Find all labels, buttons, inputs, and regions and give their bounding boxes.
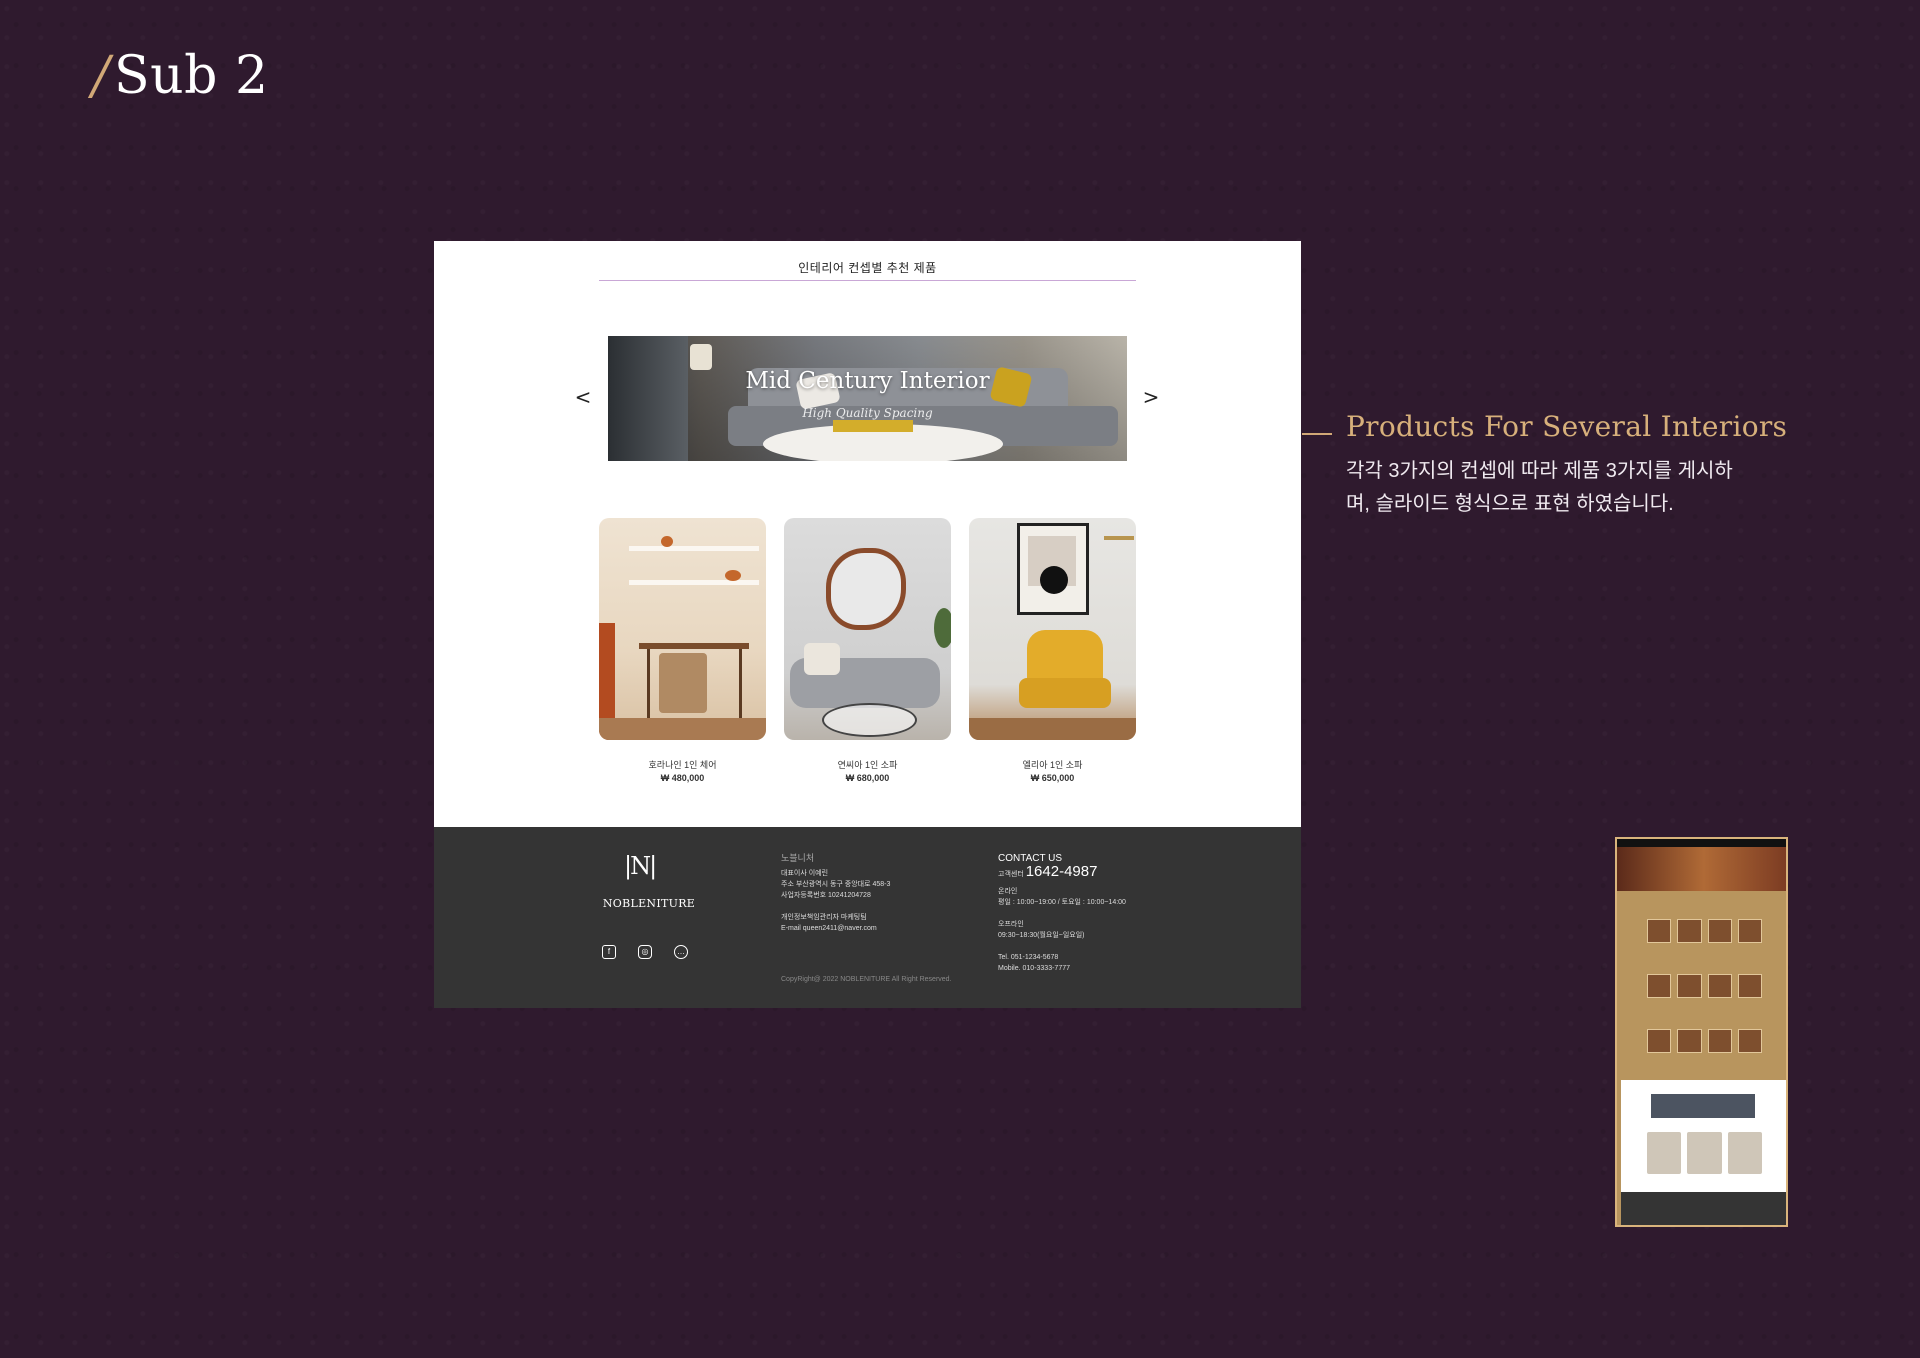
mirror [826,548,906,630]
floor [969,718,1136,740]
offline-hours: 09:30~18:30(월요일~일요일) [998,932,1085,939]
thumb-header [1617,839,1786,847]
product-image[interactable] [784,518,951,740]
email-text: E-mail queen2411@naver.com [781,925,877,932]
banner-subtitle: High Quality Spacing [802,406,933,420]
product-price: ₩ 680,000 [845,773,890,783]
thumb-white-row [1647,1132,1762,1174]
offline-label: 오프라인 [998,921,1024,928]
product-image[interactable] [599,518,766,740]
ceo-text: 대표이사 이예린 [781,870,829,877]
instagram-icon[interactable]: ◎ [638,945,652,959]
chat-icon[interactable]: … [674,945,688,959]
banner-lamp [690,344,712,370]
center-label: 고객센터 [998,871,1024,878]
full-page-thumbnail [1615,837,1788,1227]
mockup-content: 인테리어 컨셉별 추천 제품 < > Mid Century Interior … [434,241,1301,827]
product-image[interactable] [969,518,1136,740]
biz-no-text: 사업자등록번호 10241204728 [781,892,871,899]
thumb-footer [1621,1192,1786,1225]
product-name: 연씨아 1인 소파 [837,760,898,770]
glass-table [822,703,917,737]
center-phone: 1642-4987 [1025,863,1098,880]
logo-text: NOBLENITURE [602,897,696,910]
decor-pumpkin [725,570,741,581]
callout-line [1302,433,1332,435]
callout-body: 각각 3가지의 컨셉에 따라 제품 3가지를 게시하며, 슬라이드 형식으로 표… [1346,460,1733,515]
copyright: CopyRight@ 2022 NOBLENITURE All Right Re… [781,976,952,983]
mobile-text: Mobile. 010-3333-7777 [998,965,1070,972]
product-name: 엘리아 1인 소파 [1022,760,1083,770]
banner-window [608,336,688,461]
online-label: 온라인 [998,888,1018,895]
slider-banner[interactable]: Mid Century Interior High Quality Spacin… [608,336,1127,461]
company-info: 노블니처 대표이사 이예린 주소 부산광역시 동구 중앙대로 458-3 사업자… [781,853,971,934]
product-card[interactable]: 엘리아 1인 소파 ₩ 650,000 [969,518,1136,783]
contact-info: CONTACT US 고객센터 1642-4987 온라인 평일 : 10:00… [998,853,1198,974]
slider-prev-button[interactable]: < [573,385,593,411]
section-divider [599,280,1136,281]
plant [934,608,951,648]
tel-text: Tel. 051-1234-5678 [998,954,1059,961]
banner-table-runner [833,420,913,432]
shelf [629,546,759,551]
wall-art [1017,523,1089,615]
section-title: 인테리어 컨셉별 추천 제품 [798,261,937,275]
callout-title: Products For Several Interiors [1346,410,1788,443]
product-card[interactable]: 연씨아 1인 소파 ₩ 680,000 [784,518,951,783]
art-circle [1040,566,1068,594]
decor-pumpkin [661,536,673,547]
address-text: 주소 부산광역시 동구 중앙대로 458-3 [781,881,891,888]
site-footer: |N| NOBLENITURE f ◎ … 노블니처 대표이사 이예린 주소 부… [434,827,1301,1008]
title-text: Sub 2 [114,46,269,106]
product-price: ₩ 650,000 [1030,773,1075,783]
wall-lamp [1104,536,1134,540]
chair [659,653,707,713]
site-mockup: 인테리어 컨셉별 추천 제품 < > Mid Century Interior … [434,241,1301,1008]
thumb-product-row [1647,974,1762,998]
desk-leg [739,649,742,729]
logo-mark: |N| [624,852,657,880]
thumb-product-row [1647,919,1762,943]
brand-kr: 노블니처 [781,853,815,863]
product-name: 호라나인 1인 체어 [648,760,717,770]
online-hours: 평일 : 10:00~19:00 / 토요일 : 10:00~14:00 [998,899,1126,906]
thumb-banner [1651,1094,1755,1118]
privacy-text: 개인정보책임관리자 마케팅팀 [781,914,867,921]
shelf [629,580,759,585]
facebook-icon[interactable]: f [602,945,616,959]
desk-leg [647,649,650,729]
banner-title: Mid Century Interior [745,368,990,394]
product-card[interactable]: 호라나인 1인 체어 ₩ 480,000 [599,518,766,783]
cushion [804,643,840,675]
slider-next-button[interactable]: > [1141,385,1161,411]
armchair-seat [1019,678,1111,708]
title-slash: / [92,46,111,106]
desk [639,643,749,649]
page-title: /Sub 2 [92,46,269,106]
thumb-product-row [1647,1029,1762,1053]
floor [599,718,766,740]
product-price: ₩ 480,000 [660,773,705,783]
